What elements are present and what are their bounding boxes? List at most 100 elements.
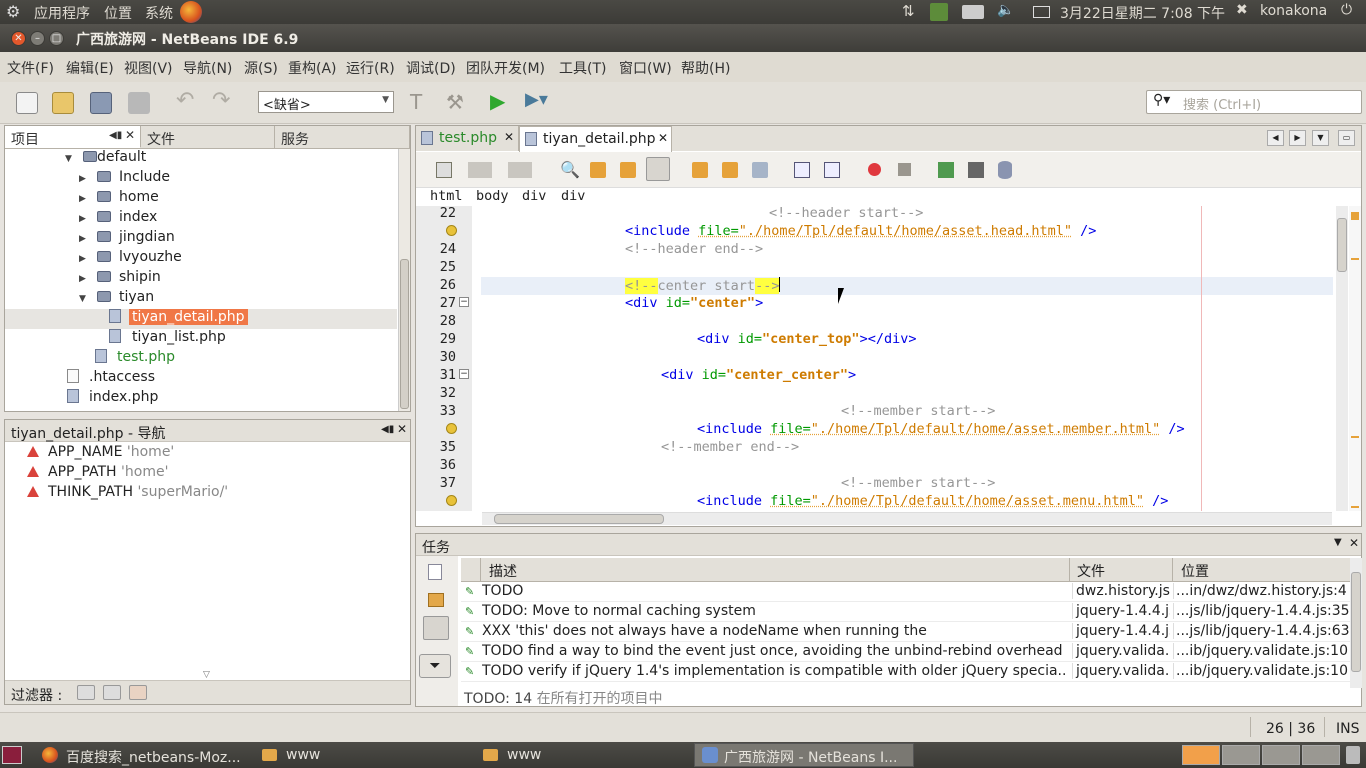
tree-item-test[interactable]: test.php: [95, 349, 175, 369]
tree-item-home[interactable]: ▶ home: [79, 189, 159, 209]
fold-icon[interactable]: −: [459, 369, 469, 379]
tree-item-tiyan-list[interactable]: tiyan_list.php: [109, 329, 226, 349]
workspace-4[interactable]: [1302, 745, 1340, 765]
menu-file[interactable]: 文件(F): [7, 58, 54, 78]
code-line[interactable]: <!--member start-->: [841, 403, 995, 419]
tab-projects[interactable]: 项目 ◀▮ ✕: [5, 126, 141, 148]
column-header-location[interactable]: 位置: [1181, 561, 1209, 581]
workspace-3[interactable]: [1262, 745, 1300, 765]
toggle-bookmark-icon[interactable]: [752, 162, 768, 178]
taskbar-item-firefox[interactable]: 百度搜索_netbeans-Moz...: [66, 747, 241, 767]
code-line[interactable]: <!--header start-->: [769, 205, 923, 221]
shift-left-icon[interactable]: [794, 162, 810, 178]
code-line[interactable]: <div id="center_center">: [661, 367, 856, 383]
debug-icon[interactable]: ▶▾: [525, 89, 548, 110]
places-menu[interactable]: 位置: [104, 3, 132, 23]
tree-item-tiyan-detail[interactable]: tiyan_detail.php: [109, 309, 248, 329]
new-project-icon[interactable]: [52, 92, 74, 114]
history-icon[interactable]: [436, 162, 452, 178]
menu-edit[interactable]: 编辑(E): [66, 58, 114, 78]
warning-bulb-icon[interactable]: [446, 423, 457, 434]
expanded-arrow-icon[interactable]: ▼: [79, 294, 86, 304]
minimize-icon[interactable]: ◀▮: [381, 424, 394, 435]
ubuntu-logo-icon[interactable]: ⚙: [6, 2, 20, 21]
tree-item-lvyouzhe[interactable]: ▶ lvyouzhe: [79, 249, 182, 269]
find-selection-icon[interactable]: 🔍: [560, 160, 580, 179]
menu-view[interactable]: 视图(V): [124, 58, 173, 78]
volume-icon[interactable]: 🔈: [997, 2, 1014, 18]
run-icon[interactable]: ▶: [490, 89, 505, 113]
warning-bulb-icon[interactable]: [446, 225, 457, 236]
scrollbar-thumb[interactable]: [494, 514, 664, 524]
menu-run[interactable]: 运行(R): [346, 58, 395, 78]
menu-tools[interactable]: 工具(T): [559, 58, 606, 78]
collapsed-arrow-icon[interactable]: ▶: [79, 254, 86, 264]
menu-refactor[interactable]: 重构(A): [288, 58, 337, 78]
code-line[interactable]: <include file="./home/Tpl/default/home/a…: [697, 493, 1168, 509]
warning-mark[interactable]: [1351, 506, 1359, 508]
system-menu[interactable]: 系统: [145, 3, 173, 23]
editor-vscrollbar[interactable]: [1336, 206, 1348, 511]
toggle-highlight-icon[interactable]: [646, 157, 670, 181]
config-select[interactable]: <缺省> ▼: [258, 91, 394, 113]
minimize-icon[interactable]: ◀▮: [109, 130, 122, 141]
tab-tiyan-detail-php[interactable]: tiyan_detail.php ✕: [519, 126, 672, 152]
shift-right-icon[interactable]: [824, 162, 840, 178]
menu-team[interactable]: 团队开发(M): [466, 58, 545, 78]
warning-mark[interactable]: [1351, 436, 1359, 438]
prev-bookmark-icon[interactable]: [692, 162, 708, 178]
table-row[interactable]: ✎ TODO verify if jQuery 1.4's implementa…: [461, 662, 1351, 682]
stop-macro-icon[interactable]: [898, 163, 911, 176]
next-bookmark-icon[interactable]: [722, 162, 738, 178]
code-line[interactable]: <!--center start-->: [625, 277, 781, 294]
minimize-window-button[interactable]: –: [30, 31, 45, 46]
trash-icon[interactable]: [1346, 746, 1360, 764]
projects-scrollbar[interactable]: [398, 149, 410, 411]
keyboard-icon[interactable]: [962, 5, 984, 19]
collapsed-arrow-icon[interactable]: ▶: [79, 214, 86, 224]
power-icon[interactable]: ⏻: [1341, 2, 1352, 18]
find-previous-icon[interactable]: [590, 162, 606, 178]
search-box[interactable]: ⚲▾ 搜索 (Ctrl+I): [1146, 90, 1362, 114]
menu-debug[interactable]: 调试(D): [406, 58, 456, 78]
collapsed-arrow-icon[interactable]: ▶: [79, 194, 86, 204]
close-icon[interactable]: ✕: [397, 422, 407, 436]
new-file-icon[interactable]: [16, 92, 38, 114]
warning-bulb-icon[interactable]: [446, 495, 457, 506]
scrollbar-thumb[interactable]: [1337, 218, 1347, 272]
current-file-icon[interactable]: [428, 564, 442, 580]
breadcrumb-item[interactable]: body: [476, 188, 509, 204]
scroll-left-icon[interactable]: ◀: [1267, 130, 1284, 146]
code-line[interactable]: <!--member end-->: [661, 439, 799, 455]
code-line[interactable]: <!--header end-->: [625, 241, 763, 257]
collapsed-arrow-icon[interactable]: ▶: [79, 234, 86, 244]
workspace-2[interactable]: [1222, 745, 1260, 765]
taskbar-item-netbeans[interactable]: 广西旅游网 - NetBeans I...: [724, 747, 897, 767]
expanded-arrow-icon[interactable]: ▼: [65, 154, 72, 164]
column-header-type[interactable]: [461, 558, 481, 582]
find-next-icon[interactable]: [620, 162, 636, 178]
update-icon[interactable]: [930, 3, 948, 21]
database-icon[interactable]: [998, 161, 1012, 179]
tab-test-php[interactable]: test.php ✕: [416, 126, 519, 151]
open-project-icon[interactable]: [90, 92, 112, 114]
all-projects-icon[interactable]: [423, 616, 449, 640]
navigator-item[interactable]: THINK_PATH 'superMario/': [27, 484, 228, 500]
menu-navigate[interactable]: 导航(N): [183, 58, 232, 78]
column-header-file[interactable]: 文件: [1077, 561, 1105, 581]
tree-item-jingdian[interactable]: ▶ jingdian: [79, 229, 175, 249]
tree-item-tiyan[interactable]: ▼ tiyan: [79, 289, 154, 309]
maximize-window-button[interactable]: □: [49, 31, 64, 46]
start-macro-icon[interactable]: [868, 163, 881, 176]
close-icon[interactable]: ✕: [1349, 536, 1359, 550]
navigator-item[interactable]: APP_PATH 'home': [27, 464, 168, 480]
scrollbar-thumb[interactable]: [1351, 572, 1361, 672]
fold-icon[interactable]: −: [459, 297, 469, 307]
scrollbar-thumb[interactable]: [400, 259, 409, 409]
table-row[interactable]: ✎ TODO find a way to bind the event just…: [461, 642, 1351, 662]
editor-hscrollbar[interactable]: [482, 512, 1332, 525]
scroll-right-icon[interactable]: ▶: [1289, 130, 1306, 146]
tree-item-default[interactable]: ▼ default: [65, 149, 146, 169]
tree-item-htaccess[interactable]: .htaccess: [67, 369, 155, 389]
show-desktop-icon[interactable]: [2, 746, 22, 764]
